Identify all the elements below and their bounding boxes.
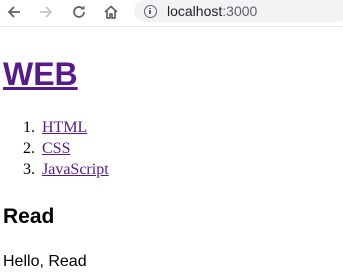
home-button[interactable]	[99, 1, 123, 23]
nav-link-html[interactable]: HTML	[42, 117, 87, 138]
url-text: localhost:3000	[167, 3, 257, 19]
back-button[interactable]	[2, 1, 26, 23]
reload-icon	[73, 5, 85, 18]
home-icon	[104, 5, 118, 19]
list-number: 1.	[23, 119, 35, 136]
forward-arrow-icon	[40, 6, 53, 18]
url-host: localhost	[167, 3, 223, 19]
info-icon[interactable]	[144, 4, 157, 18]
page-title: WEB	[3, 56, 78, 92]
url-port: :3000	[222, 3, 258, 19]
list-item: 2. CSS	[3, 138, 109, 159]
list-number: 3.	[23, 161, 35, 178]
nav-link-javascript[interactable]: JavaScript	[42, 159, 109, 180]
back-arrow-icon	[7, 6, 20, 18]
section-heading: Read	[3, 205, 55, 228]
forward-button[interactable]	[34, 1, 58, 23]
body-text: Hello, Read	[3, 253, 87, 270]
list-number: 2.	[23, 140, 35, 157]
list-item: 1. HTML	[3, 117, 109, 138]
nav-link-css[interactable]: CSS	[42, 138, 70, 159]
list-item: 3. JavaScript	[3, 159, 109, 180]
reload-button[interactable]	[67, 1, 91, 23]
topic-list: 1. HTML 2. CSS 3. JavaScript	[3, 117, 109, 180]
address-bar[interactable]: localhost:3000	[134, 0, 343, 22]
browser-toolbar: localhost:3000	[0, 0, 343, 27]
title-link[interactable]: WEB	[3, 56, 78, 92]
